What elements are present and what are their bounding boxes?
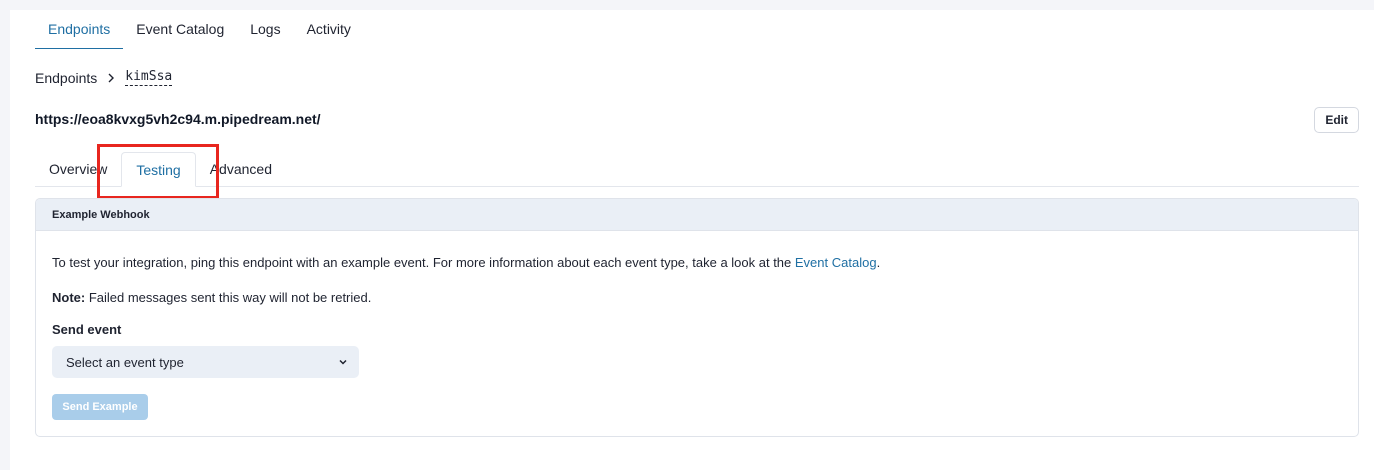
note-label: Note: (52, 290, 86, 305)
tab-event-catalog[interactable]: Event Catalog (123, 10, 237, 49)
endpoint-url: https://eoa8kvxg5vh2c94.m.pipedream.net/ (35, 111, 321, 127)
chevron-down-icon (339, 359, 347, 365)
event-catalog-link[interactable]: Event Catalog (795, 255, 877, 270)
description-prefix: To test your integration, ping this endp… (52, 255, 795, 270)
example-webhook-card: Example Webhook To test your integration… (35, 198, 1359, 437)
tab-logs[interactable]: Logs (237, 10, 293, 49)
note-body: Failed messages sent this way will not b… (85, 290, 372, 305)
top-tabs: Endpoints Event Catalog Logs Activity (35, 10, 364, 49)
event-type-select-value: Select an event type (66, 354, 184, 370)
send-example-button[interactable]: Send Example (52, 394, 148, 420)
description-text: To test your integration, ping this endp… (52, 255, 880, 270)
event-type-select[interactable]: Select an event type (52, 346, 359, 378)
tab-activity[interactable]: Activity (294, 10, 364, 49)
sub-tabs: Overview Testing Advanced (35, 151, 1359, 187)
chevron-right-icon (103, 70, 119, 86)
edit-button[interactable]: Edit (1314, 107, 1359, 133)
card-title: Example Webhook (36, 199, 1358, 231)
tab-endpoints[interactable]: Endpoints (35, 10, 124, 49)
tab-testing[interactable]: Testing (121, 152, 196, 187)
breadcrumb-current: kimSsa (125, 69, 173, 86)
breadcrumb-endpoints-link[interactable]: Endpoints (35, 70, 97, 86)
tab-advanced[interactable]: Advanced (196, 151, 286, 186)
tab-overview[interactable]: Overview (35, 151, 121, 186)
description-suffix: . (876, 255, 881, 270)
page: Endpoints Event Catalog Logs Activity En… (10, 10, 1374, 470)
send-event-label: Send event (52, 322, 122, 337)
breadcrumb: Endpoints kimSsa (35, 69, 173, 86)
note-text: Note: Failed messages sent this way will… (52, 290, 371, 305)
